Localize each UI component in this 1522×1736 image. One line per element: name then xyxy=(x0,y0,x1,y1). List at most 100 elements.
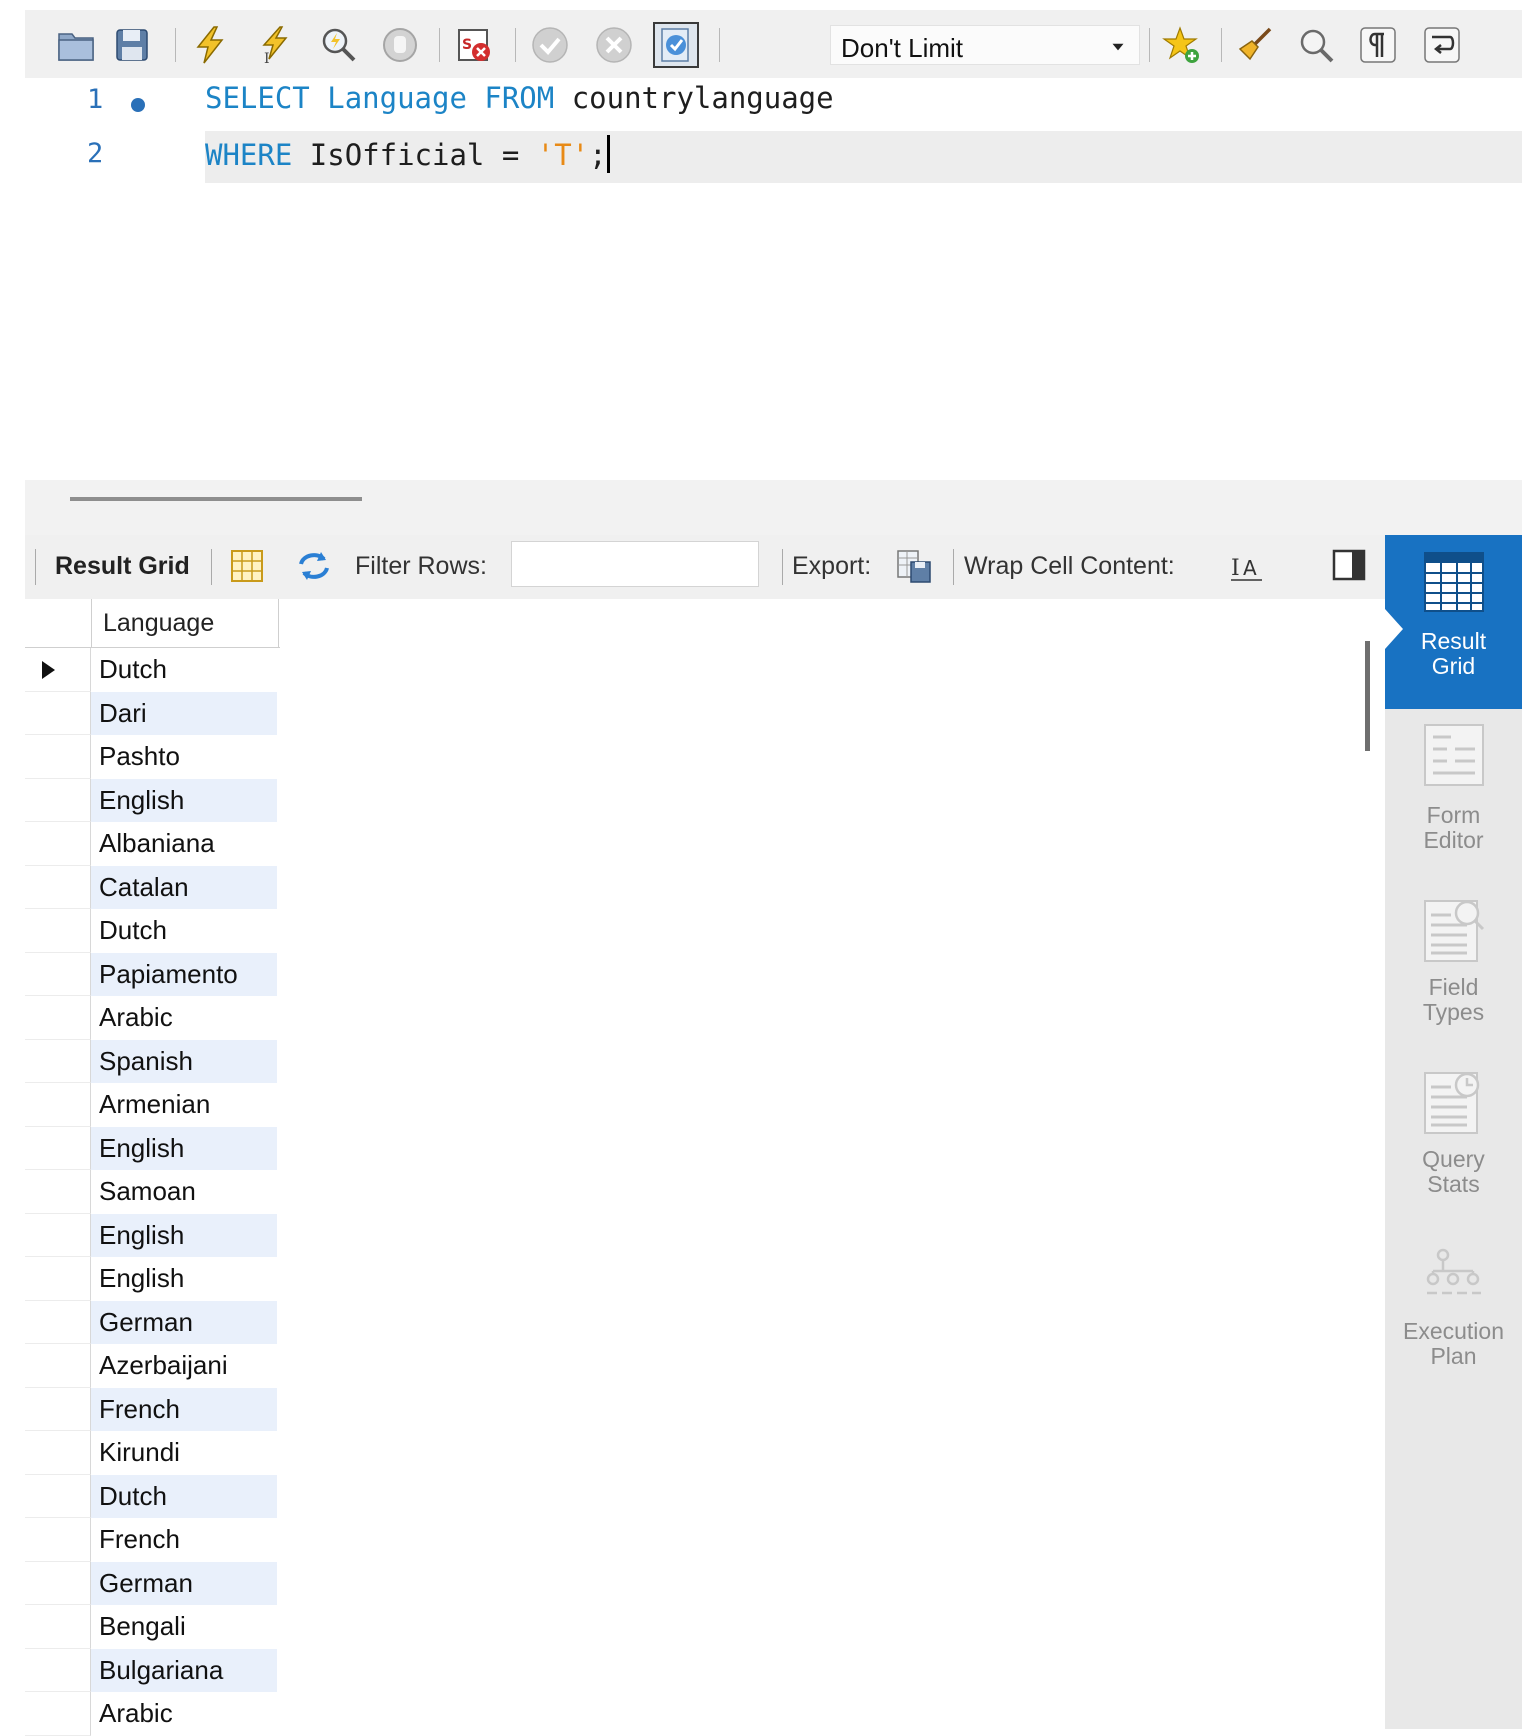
table-row[interactable]: English xyxy=(25,1213,280,1257)
table-cell[interactable]: Dutch xyxy=(91,909,277,953)
row-selector[interactable] xyxy=(25,778,91,822)
table-cell[interactable]: English xyxy=(91,1126,277,1170)
refresh-icon[interactable] xyxy=(295,547,333,585)
table-row[interactable]: Armenian xyxy=(25,1083,280,1127)
editor-results-splitter[interactable] xyxy=(25,480,1522,535)
table-cell[interactable]: Armenian xyxy=(91,1083,277,1127)
table-row[interactable]: English xyxy=(25,1257,280,1301)
row-limit-select[interactable]: Don't Limit xyxy=(830,25,1140,65)
row-selector[interactable] xyxy=(25,1344,91,1388)
wrap-cell-icon[interactable]: IA xyxy=(1228,547,1266,585)
table-cell[interactable]: English xyxy=(91,1213,277,1257)
table-row[interactable]: Dutch xyxy=(25,1474,280,1518)
toggle-side-panel-icon[interactable] xyxy=(1332,548,1366,582)
side-result-grid-button[interactable]: Result Grid xyxy=(1385,535,1522,709)
table-row[interactable]: German xyxy=(25,1561,280,1605)
table-cell[interactable]: Samoan xyxy=(91,1170,277,1214)
horizontal-scrollbar[interactable] xyxy=(70,497,362,501)
result-grid-tab[interactable]: Result Grid xyxy=(55,552,190,581)
table-cell[interactable]: Bulgariana xyxy=(91,1648,277,1692)
add-snippet-button[interactable] xyxy=(1159,22,1205,68)
row-selector[interactable] xyxy=(25,996,91,1040)
row-selector[interactable] xyxy=(25,648,91,692)
table-row[interactable]: French xyxy=(25,1387,280,1431)
execute-button[interactable] xyxy=(187,22,233,68)
table-cell[interactable]: French xyxy=(91,1518,277,1562)
row-selector[interactable] xyxy=(25,1257,91,1301)
table-row[interactable]: Spanish xyxy=(25,1039,280,1083)
table-cell[interactable]: Dari xyxy=(91,691,277,735)
side-form-editor-button[interactable]: Form Editor xyxy=(1385,723,1522,883)
table-row[interactable]: Bulgariana xyxy=(25,1648,280,1692)
row-selector[interactable] xyxy=(25,952,91,996)
stop-on-error-button[interactable]: S xyxy=(451,22,497,68)
table-row[interactable]: Arabic xyxy=(25,996,280,1040)
row-selector[interactable] xyxy=(25,1474,91,1518)
filter-rows-input[interactable] xyxy=(511,541,759,587)
table-row[interactable]: Dutch xyxy=(25,648,280,692)
table-row[interactable]: Catalan xyxy=(25,865,280,909)
row-selector[interactable] xyxy=(25,1387,91,1431)
find-button[interactable] xyxy=(1293,22,1339,68)
toggle-invisible-chars-button[interactable] xyxy=(1355,22,1401,68)
row-selector[interactable] xyxy=(25,1170,91,1214)
table-cell[interactable]: Catalan xyxy=(91,865,277,909)
table-row[interactable]: English xyxy=(25,1126,280,1170)
table-row[interactable]: Dari xyxy=(25,691,280,735)
table-row[interactable]: German xyxy=(25,1300,280,1344)
row-selector[interactable] xyxy=(25,735,91,779)
table-cell[interactable]: Papiamento xyxy=(91,952,277,996)
save-button[interactable] xyxy=(109,22,155,68)
table-cell[interactable]: German xyxy=(91,1561,277,1605)
table-cell[interactable]: English xyxy=(91,778,277,822)
table-cell[interactable]: French xyxy=(91,1387,277,1431)
export-icon[interactable] xyxy=(895,547,933,585)
open-file-button[interactable] xyxy=(53,22,99,68)
explain-button[interactable] xyxy=(315,22,361,68)
table-cell[interactable]: German xyxy=(91,1300,277,1344)
table-cell[interactable]: Pashto xyxy=(91,735,277,779)
table-cell[interactable]: Arabic xyxy=(91,996,277,1040)
table-row[interactable]: Pashto xyxy=(25,735,280,779)
row-selector[interactable] xyxy=(25,1605,91,1649)
vertical-scrollbar[interactable] xyxy=(1365,641,1370,751)
table-row[interactable]: Papiamento xyxy=(25,952,280,996)
table-cell[interactable]: Bengali xyxy=(91,1605,277,1649)
row-selector[interactable] xyxy=(25,1648,91,1692)
table-row[interactable]: English xyxy=(25,778,280,822)
toggle-wrap-button[interactable] xyxy=(1419,22,1465,68)
autocommit-toggle[interactable] xyxy=(653,22,699,68)
side-field-types-button[interactable]: Field Types xyxy=(1385,895,1522,1055)
grid-corner[interactable] xyxy=(25,599,92,647)
row-selector[interactable] xyxy=(25,1083,91,1127)
table-cell[interactable]: Azerbaijani xyxy=(91,1344,277,1388)
result-grid[interactable]: Language Dutch Dari Pashto English Albaniana… xyxy=(25,599,1385,1736)
commit-button[interactable] xyxy=(527,22,573,68)
rollback-button[interactable] xyxy=(591,22,637,68)
stop-button[interactable] xyxy=(377,22,423,68)
table-cell[interactable]: Spanish xyxy=(91,1039,277,1083)
table-cell[interactable]: Kirundi xyxy=(91,1431,277,1475)
row-selector[interactable] xyxy=(25,865,91,909)
table-row[interactable]: Bengali xyxy=(25,1605,280,1649)
table-row[interactable]: Albaniana xyxy=(25,822,280,866)
side-query-stats-button[interactable]: Query Stats xyxy=(1385,1067,1522,1227)
table-row[interactable]: French xyxy=(25,1518,280,1562)
row-selector[interactable] xyxy=(25,1561,91,1605)
table-cell[interactable]: Dutch xyxy=(91,1474,277,1518)
beautify-button[interactable] xyxy=(1231,22,1277,68)
table-cell[interactable]: Dutch xyxy=(91,648,277,692)
table-cell[interactable]: English xyxy=(91,1257,277,1301)
row-selector[interactable] xyxy=(25,1213,91,1257)
side-execution-plan-button[interactable]: Execution Plan xyxy=(1385,1245,1522,1405)
grid-columns-icon[interactable] xyxy=(228,547,266,585)
sql-editor[interactable]: 1 SELECT Language FROM countrylanguage 2… xyxy=(25,78,1522,480)
table-row[interactable]: Dutch xyxy=(25,909,280,953)
execute-current-button[interactable]: I xyxy=(251,22,297,68)
table-row[interactable]: Azerbaijani xyxy=(25,1344,280,1388)
table-cell[interactable]: Albaniana xyxy=(91,822,277,866)
row-selector[interactable] xyxy=(25,1039,91,1083)
row-selector[interactable] xyxy=(25,822,91,866)
row-selector[interactable] xyxy=(25,1126,91,1170)
row-selector[interactable] xyxy=(25,909,91,953)
